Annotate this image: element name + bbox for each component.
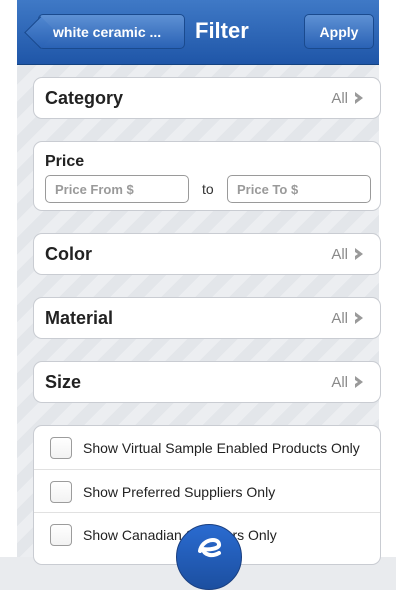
right-margin	[379, 0, 396, 557]
floating-logo-button[interactable]	[176, 524, 242, 590]
chevron-right-icon	[355, 248, 363, 260]
page-title: Filter	[195, 18, 249, 43]
navigation-bar: white ceramic ... Filter Apply	[17, 0, 379, 65]
category-label: Category	[45, 87, 124, 108]
size-value: All	[331, 373, 348, 391]
option-virtual-sample[interactable]: Show Virtual Sample Enabled Products Onl…	[34, 426, 380, 470]
color-label: Color	[45, 243, 92, 264]
chevron-right-icon	[355, 312, 363, 324]
canadian-suppliers-checkbox[interactable]	[50, 524, 72, 546]
category-value: All	[331, 89, 348, 107]
app-frame: white ceramic ... Filter Apply Category …	[0, 0, 396, 590]
price-label: Price	[45, 153, 85, 170]
virtual-sample-checkbox[interactable]	[50, 437, 72, 459]
back-button-label: white ceramic ...	[53, 23, 162, 40]
apply-button[interactable]: Apply	[304, 14, 374, 49]
price-to-separator: to	[202, 181, 214, 197]
size-filter-row[interactable]: Size All	[33, 361, 381, 403]
back-button[interactable]: white ceramic ...	[38, 14, 185, 49]
size-label: Size	[45, 371, 82, 392]
chevron-right-icon	[355, 92, 363, 104]
color-value: All	[331, 245, 348, 263]
color-filter-row[interactable]: Color All	[33, 233, 381, 275]
category-filter-row[interactable]: Category All	[33, 77, 381, 119]
preferred-suppliers-label: Show Preferred Suppliers Only	[83, 484, 276, 500]
price-filter: Price to	[33, 141, 381, 211]
price-to-input[interactable]	[227, 175, 371, 203]
material-label: Material	[45, 307, 114, 328]
chevron-right-icon	[355, 376, 363, 388]
material-value: All	[331, 309, 348, 327]
preferred-suppliers-checkbox[interactable]	[50, 481, 72, 503]
option-preferred-suppliers[interactable]: Show Preferred Suppliers Only	[34, 469, 380, 514]
price-from-input[interactable]	[45, 175, 189, 203]
left-margin	[0, 0, 17, 557]
material-filter-row[interactable]: Material All	[33, 297, 381, 339]
virtual-sample-label: Show Virtual Sample Enabled Products Onl…	[83, 440, 360, 456]
